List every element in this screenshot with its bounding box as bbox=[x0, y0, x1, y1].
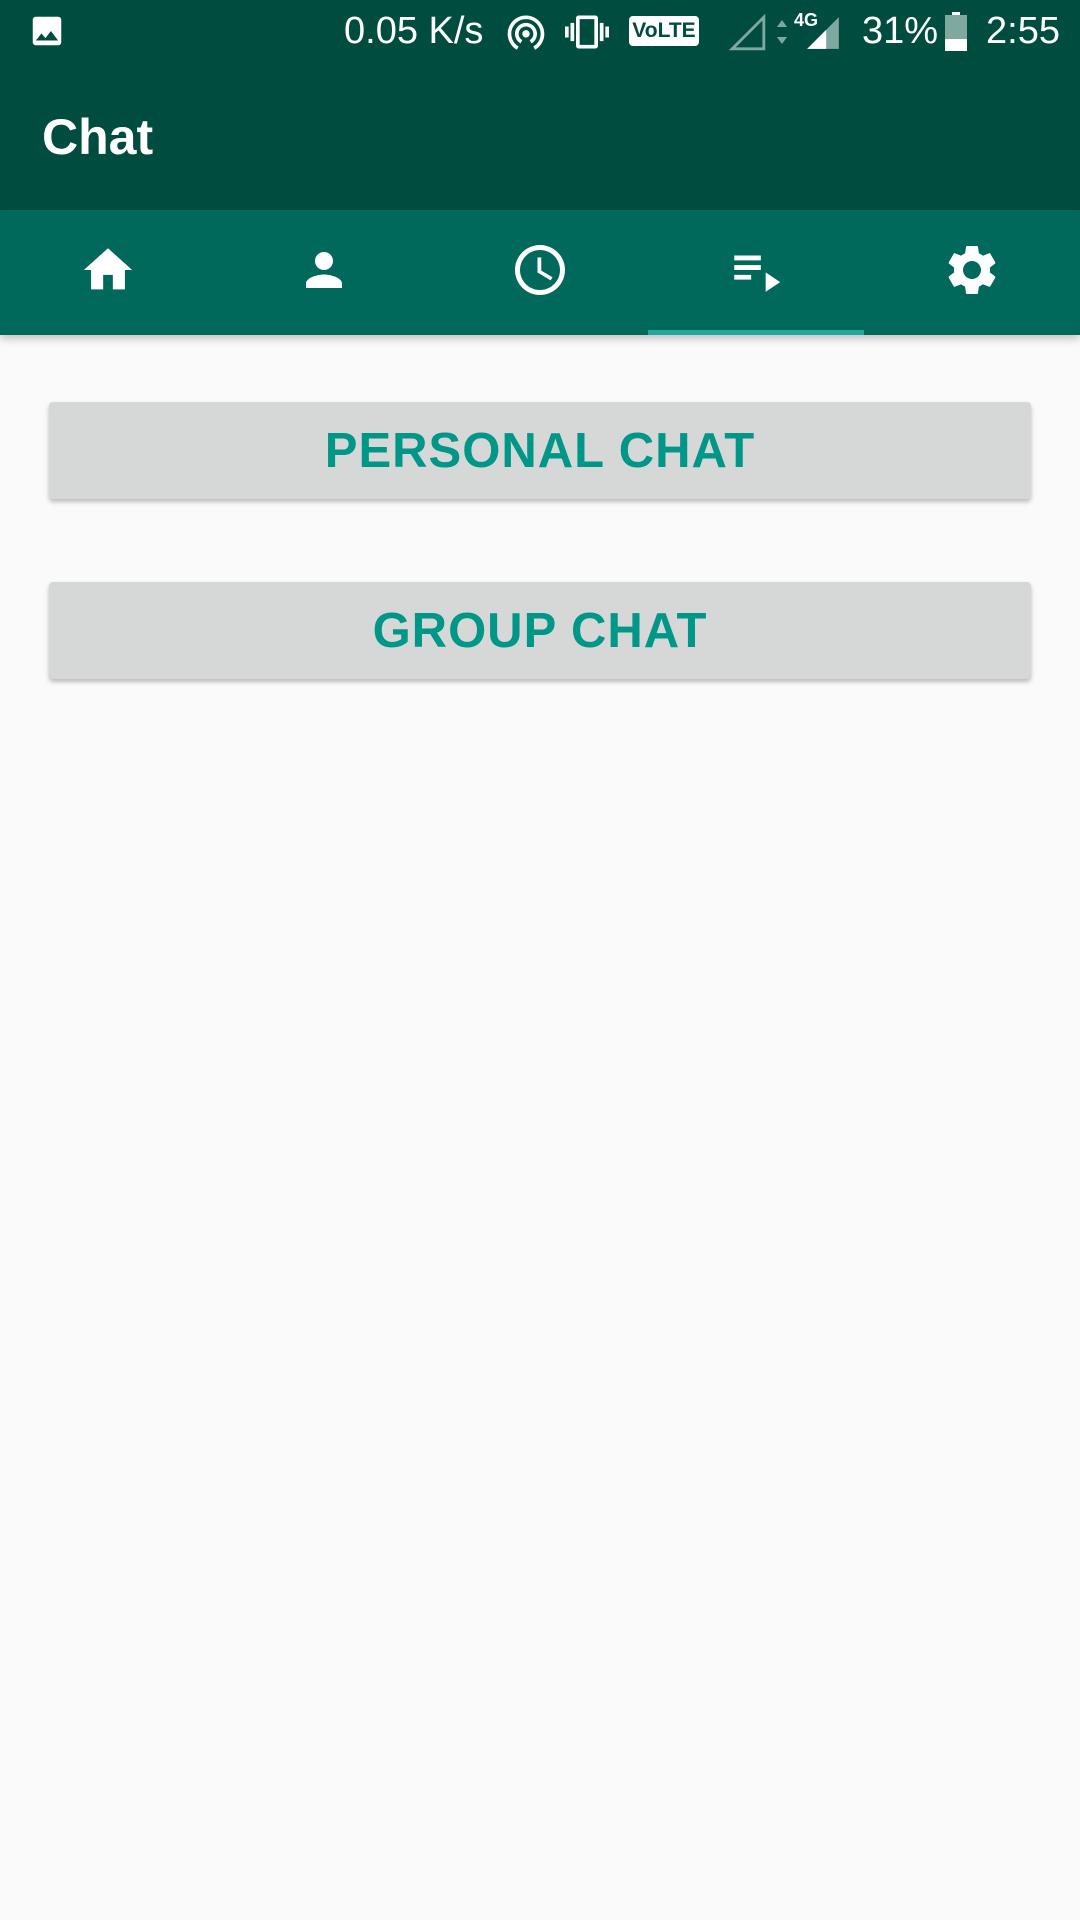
tab-home[interactable] bbox=[0, 210, 216, 335]
signal-empty-icon bbox=[728, 14, 768, 52]
person-icon bbox=[297, 243, 351, 302]
playlist-icon bbox=[727, 241, 785, 304]
tab-profile[interactable] bbox=[216, 210, 432, 335]
tab-bar bbox=[0, 210, 1080, 335]
image-icon bbox=[28, 12, 66, 50]
home-icon bbox=[79, 241, 137, 304]
clock-time: 2:55 bbox=[986, 10, 1060, 52]
status-bar: 0.05 K/s VoLTE 4G 31% 2:55 bbox=[0, 0, 1080, 64]
data-arrows-icon bbox=[776, 18, 788, 46]
gear-icon bbox=[942, 240, 1002, 305]
app-bar: Chat bbox=[0, 64, 1080, 210]
signal-icon bbox=[802, 14, 844, 52]
battery-percent: 31% bbox=[862, 10, 939, 52]
volte-icon: VoLTE bbox=[629, 16, 699, 46]
clock-icon bbox=[510, 240, 570, 305]
personal-chat-button[interactable]: PERSONAL CHAT bbox=[49, 402, 1031, 499]
tab-settings[interactable] bbox=[864, 210, 1080, 335]
tab-history[interactable] bbox=[432, 210, 648, 335]
group-chat-button[interactable]: GROUP CHAT bbox=[49, 582, 1031, 679]
tab-chat[interactable] bbox=[648, 210, 864, 335]
battery-icon bbox=[944, 12, 968, 52]
hotspot-icon bbox=[504, 10, 548, 54]
page-title: Chat bbox=[42, 109, 154, 165]
vibrate-icon bbox=[564, 10, 610, 54]
network-speed: 0.05 K/s bbox=[344, 10, 484, 52]
main-content: PERSONAL CHAT GROUP CHAT bbox=[0, 335, 1080, 1920]
